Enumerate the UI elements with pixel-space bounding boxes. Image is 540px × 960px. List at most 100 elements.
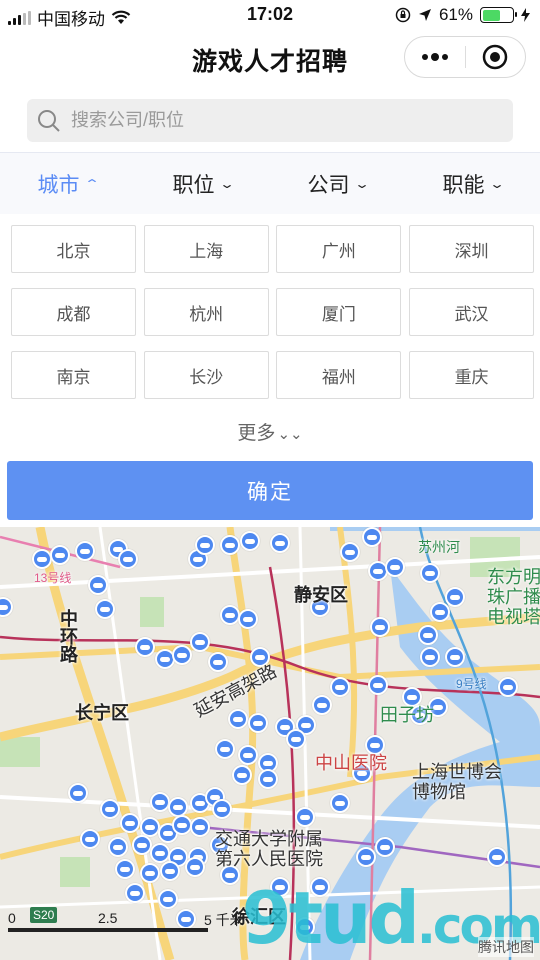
city-option[interactable]: 杭州 xyxy=(143,288,269,336)
gamepad-icon xyxy=(217,806,227,812)
gamepad-icon xyxy=(243,752,253,758)
job-marker-pin[interactable] xyxy=(95,599,115,619)
gamepad-icon xyxy=(177,652,187,658)
job-marker-pin[interactable] xyxy=(190,817,210,837)
job-marker-pin[interactable] xyxy=(258,769,278,789)
city-option[interactable]: 武汉 xyxy=(409,288,535,336)
gamepad-icon xyxy=(245,538,255,544)
job-marker-pin[interactable] xyxy=(172,645,192,665)
job-marker-pin[interactable] xyxy=(340,542,360,562)
job-marker-pin[interactable] xyxy=(32,549,52,569)
job-marker-pin[interactable] xyxy=(220,605,240,625)
job-marker-pin[interactable] xyxy=(120,813,140,833)
city-option[interactable]: 福州 xyxy=(276,351,402,399)
city-option[interactable]: 广州 xyxy=(276,225,402,273)
job-marker-pin[interactable] xyxy=(312,695,332,715)
city-option[interactable]: 重庆 xyxy=(409,351,535,399)
tab-city-label: 城市 xyxy=(37,173,80,197)
tab-city[interactable]: 城市 ⌃ xyxy=(0,153,135,214)
gamepad-icon xyxy=(213,659,223,665)
job-marker-pin[interactable] xyxy=(238,609,258,629)
job-marker-pin[interactable] xyxy=(420,563,440,583)
charging-bolt-icon xyxy=(521,8,530,22)
job-map[interactable]: 静安区 长宁区 中环路 延安高架路 中山医院 上海世博会博物馆 交通大学附属第六… xyxy=(0,527,540,960)
job-marker-pin[interactable] xyxy=(270,533,290,553)
job-marker-pin[interactable] xyxy=(295,807,315,827)
close-miniprogram-button[interactable] xyxy=(466,37,526,77)
gamepad-icon xyxy=(373,682,383,688)
job-marker-pin[interactable] xyxy=(190,632,210,652)
city-option[interactable]: 上海 xyxy=(143,225,269,273)
city-option[interactable]: 南京 xyxy=(11,351,136,399)
tab-function[interactable]: 职能 ⌄ xyxy=(405,153,540,214)
gamepad-icon xyxy=(407,694,417,700)
city-option[interactable]: 长沙 xyxy=(143,351,269,399)
more-cities-button[interactable]: 更多 ⌄⌄ xyxy=(0,418,540,445)
job-marker-pin[interactable] xyxy=(158,889,178,909)
job-marker-pin[interactable] xyxy=(115,859,135,879)
job-marker-pin[interactable] xyxy=(248,713,268,733)
job-marker-pin[interactable] xyxy=(80,829,100,849)
job-marker-pin[interactable] xyxy=(100,799,120,819)
job-marker-pin[interactable] xyxy=(228,709,248,729)
job-marker-pin[interactable] xyxy=(286,729,306,749)
job-marker-pin[interactable] xyxy=(88,575,108,595)
job-marker-pin[interactable] xyxy=(487,847,507,867)
job-marker-pin[interactable] xyxy=(140,817,160,837)
job-marker-pin[interactable] xyxy=(420,647,440,667)
job-marker-pin[interactable] xyxy=(212,799,232,819)
job-marker-pin[interactable] xyxy=(150,792,170,812)
job-marker-pin[interactable] xyxy=(208,652,228,672)
job-marker-pin[interactable] xyxy=(118,549,138,569)
search-input[interactable] xyxy=(71,110,471,131)
tab-company[interactable]: 公司 ⌄ xyxy=(270,153,405,214)
job-marker-pin[interactable] xyxy=(75,541,95,561)
map-label-line13: 13号线 xyxy=(34,571,72,585)
job-marker-pin[interactable] xyxy=(168,797,188,817)
gamepad-icon xyxy=(300,814,310,820)
location-arrow-icon xyxy=(418,9,431,21)
more-menu-button[interactable] xyxy=(405,37,465,77)
job-marker-pin[interactable] xyxy=(368,675,388,695)
city-option[interactable]: 深圳 xyxy=(409,225,535,273)
job-marker-pin[interactable] xyxy=(445,647,465,667)
job-marker-pin[interactable] xyxy=(108,837,128,857)
job-marker-pin[interactable] xyxy=(356,847,376,867)
job-marker-pin[interactable] xyxy=(445,587,465,607)
job-marker-pin[interactable] xyxy=(195,535,215,555)
job-marker-pin[interactable] xyxy=(150,843,170,863)
job-marker-pin[interactable] xyxy=(240,531,260,551)
job-marker-pin[interactable] xyxy=(185,857,205,877)
job-marker-pin[interactable] xyxy=(132,835,152,855)
job-marker-pin[interactable] xyxy=(135,637,155,657)
city-option[interactable]: 成都 xyxy=(11,288,136,336)
job-marker-pin[interactable] xyxy=(330,793,350,813)
job-marker-pin[interactable] xyxy=(238,745,258,765)
search-bar[interactable] xyxy=(27,99,513,142)
job-marker-pin[interactable] xyxy=(172,815,192,835)
job-marker-pin[interactable] xyxy=(68,783,88,803)
job-marker-pin[interactable] xyxy=(140,863,160,883)
job-marker-pin[interactable] xyxy=(330,677,350,697)
job-marker-pin[interactable] xyxy=(418,625,438,645)
job-marker-pin[interactable] xyxy=(375,837,395,857)
gamepad-icon xyxy=(200,542,210,548)
job-marker-pin[interactable] xyxy=(160,861,180,881)
tab-position[interactable]: 职位 ⌄ xyxy=(135,153,270,214)
confirm-button[interactable]: 确定 xyxy=(7,461,533,520)
gamepad-icon xyxy=(425,570,435,576)
job-marker-pin[interactable] xyxy=(430,602,450,622)
job-marker-pin[interactable] xyxy=(370,617,390,637)
job-marker-pin[interactable] xyxy=(498,677,518,697)
job-marker-pin[interactable] xyxy=(220,535,240,555)
map-label-line9: 9号线 xyxy=(456,677,487,691)
job-marker-pin[interactable] xyxy=(215,739,235,759)
job-marker-pin[interactable] xyxy=(232,765,252,785)
job-marker-pin[interactable] xyxy=(125,883,145,903)
job-marker-pin[interactable] xyxy=(50,545,70,565)
job-marker-pin[interactable] xyxy=(362,527,382,547)
city-option[interactable]: 厦门 xyxy=(276,288,402,336)
city-option[interactable]: 北京 xyxy=(11,225,136,273)
tab-company-label: 公司 xyxy=(307,173,350,197)
job-marker-pin[interactable] xyxy=(385,557,405,577)
